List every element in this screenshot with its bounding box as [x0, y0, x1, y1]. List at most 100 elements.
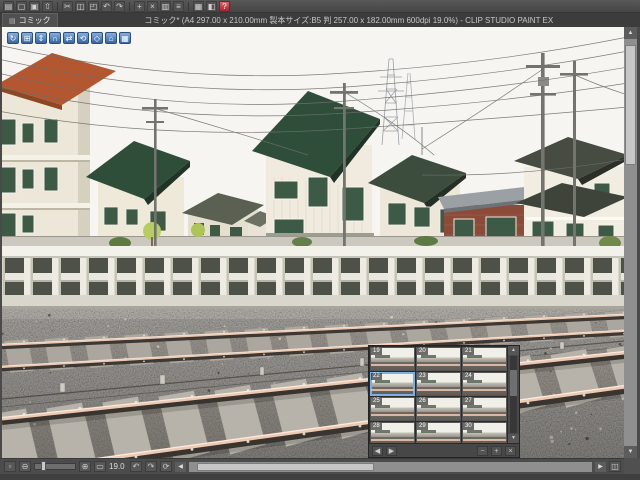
material-thumbnail[interactable]: 20 — [416, 347, 461, 371]
material-number: 26 — [417, 398, 428, 405]
scroll-left-icon[interactable]: ◀ — [175, 461, 186, 472]
material-thumbnail[interactable]: 26 — [416, 397, 461, 421]
document-icon: ▤ — [9, 17, 16, 25]
new-page-icon[interactable]: ▤ — [3, 0, 14, 12]
3d-object-toolbar: ↻ ⊞ ⇕ ∩ ⇄ ⟲ ◇ ⌂ ▦ — [7, 32, 131, 44]
material-number: 25 — [371, 398, 382, 405]
material-number: 24 — [463, 373, 474, 380]
export-icon[interactable]: ⇧ — [42, 0, 53, 12]
material-number: 22 — [371, 373, 382, 380]
document-tab-label: コミック — [18, 16, 51, 25]
material-thumbnail[interactable]: 27 — [462, 397, 507, 421]
cut-icon[interactable]: ✂ — [62, 0, 73, 12]
material-thumbnail[interactable]: 23 — [416, 372, 461, 396]
zoom-in-thumbnail-icon[interactable]: + — [491, 445, 502, 456]
material-number: 29 — [417, 423, 428, 430]
scroll-down-icon[interactable]: ▼ — [624, 446, 637, 458]
material-number: 30 — [463, 423, 474, 430]
zoom-slider[interactable] — [34, 461, 76, 471]
next-material-icon[interactable]: ▶ — [386, 445, 397, 456]
copy-icon[interactable]: ◫ — [75, 0, 86, 12]
page-list-icon[interactable]: ▥ — [160, 0, 171, 12]
material-number: 19 — [371, 348, 382, 355]
clip-studio-paint-window: ▤ ▢ ▣ ⇧ ✂ ◫ ◰ ↶ ↷ + × ▥ ≡ ▦ ◧ ? ▤ コミック コ… — [0, 0, 640, 480]
material-thumbnail[interactable]: 30 — [462, 422, 507, 443]
reset-camera-icon[interactable]: ⌂ — [105, 32, 117, 44]
zoom-slider-handle[interactable] — [41, 461, 46, 471]
material-number: 20 — [417, 348, 428, 355]
material-number: 27 — [463, 398, 474, 405]
rotate-right-icon[interactable]: ↷ — [145, 461, 157, 472]
rotate-left-icon[interactable]: ↶ — [130, 461, 142, 472]
document-tab[interactable]: ▤ コミック — [2, 13, 58, 27]
horizontal-scrollbar[interactable] — [189, 461, 592, 472]
material-number: 23 — [417, 373, 428, 380]
story-editor-icon[interactable]: ≡ — [173, 0, 184, 12]
material-thumbnail[interactable]: 22 — [370, 372, 415, 396]
window-bottom-edge — [0, 474, 640, 480]
scroll-up-icon[interactable]: ▲ — [624, 27, 637, 39]
materials-panel-footer: ◀ ▶ − + × — [369, 443, 519, 457]
reset-rotation-icon[interactable]: ⟳ — [160, 461, 172, 472]
undo-icon[interactable]: ↶ — [101, 0, 112, 12]
document-title: コミック* (A4 297.00 x 210.00mm 製本サイズ:B5 判 2… — [144, 15, 554, 25]
object-scale-icon[interactable]: ◇ — [91, 32, 103, 44]
material-number: 28 — [371, 423, 382, 430]
status-bar: ▫ ⊖ ⊕ ▭ 19.0 ↶ ↷ ⟳ ◀ ▶ ◫ ≡ — [0, 458, 640, 474]
toolbar-separator — [129, 1, 130, 11]
add-page-icon[interactable]: + — [134, 0, 145, 12]
camera-roll-icon[interactable]: ∩ — [49, 32, 61, 44]
concrete-fence — [2, 246, 624, 309]
scroll-up-icon[interactable]: ▲ — [508, 346, 519, 355]
redo-icon[interactable]: ↷ — [114, 0, 125, 12]
paste-icon[interactable]: ◰ — [88, 0, 99, 12]
scroll-right-icon[interactable]: ▶ — [595, 461, 606, 472]
zoom-out-thumbnail-icon[interactable]: − — [477, 445, 488, 456]
material-thumbnail[interactable]: 19 — [370, 347, 415, 371]
zoom-out-icon[interactable]: ⊖ — [19, 461, 31, 472]
zoom-value: 19.0 — [109, 462, 125, 471]
materials-scrollbar-thumb[interactable] — [510, 369, 517, 397]
material-thumbnail[interactable]: 25 — [370, 397, 415, 421]
object-rotate-icon[interactable]: ⟲ — [77, 32, 89, 44]
materials-scrollbar-track[interactable] — [510, 356, 517, 433]
materials-scrollbar[interactable]: ▲ ▼ — [507, 346, 519, 443]
fit-view-icon[interactable]: ▭ — [94, 461, 106, 472]
document-tab-bar: ▤ コミック コミック* (A4 297.00 x 210.00mm 製本サイズ… — [0, 13, 640, 27]
materials-grid: 19 20 21 22 23 24 25 26 27 28 29 30 — [369, 346, 507, 443]
zoom-in-icon[interactable]: ⊕ — [79, 461, 91, 472]
canvas-3d-scene[interactable] — [2, 27, 624, 458]
canvas-area[interactable]: ↻ ⊞ ⇕ ∩ ⇄ ⟲ ◇ ⌂ ▦ 19 20 21 22 23 24 25 2 — [2, 27, 624, 458]
scroll-down-icon[interactable]: ▼ — [508, 434, 519, 443]
save-icon[interactable]: ▣ — [29, 0, 40, 12]
material-thumbnail[interactable]: 28 — [370, 422, 415, 443]
grid-view-icon[interactable]: ▦ — [193, 0, 204, 12]
vertical-scrollbar-thumb[interactable] — [625, 45, 636, 165]
top-toolbar: ▤ ▢ ▣ ⇧ ✂ ◫ ◰ ↶ ↷ + × ▥ ≡ ▦ ◧ ? — [0, 0, 640, 13]
camera-rotate-icon[interactable]: ↻ — [7, 32, 19, 44]
materials-icon[interactable]: ◧ — [206, 0, 217, 12]
palette-toggle-icon[interactable]: ◫ — [609, 461, 621, 472]
help-icon[interactable]: ? — [219, 0, 230, 12]
materials-panel: 19 20 21 22 23 24 25 26 27 28 29 30 ▲ ▼ — [368, 345, 520, 458]
camera-pan-icon[interactable]: ⊞ — [21, 32, 33, 44]
vertical-scrollbar-track[interactable] — [624, 39, 637, 446]
open-file-icon[interactable]: ▢ — [16, 0, 27, 12]
toolbar-separator — [57, 1, 58, 11]
materials-panel-body: 19 20 21 22 23 24 25 26 27 28 29 30 ▲ ▼ — [369, 346, 519, 443]
camera-zoom-icon[interactable]: ⇕ — [35, 32, 47, 44]
prev-material-icon[interactable]: ◀ — [372, 445, 383, 456]
material-number: 21 — [463, 348, 474, 355]
delete-page-icon[interactable]: × — [147, 0, 158, 12]
material-thumbnail[interactable]: 24 — [462, 372, 507, 396]
object-move-icon[interactable]: ⇄ — [63, 32, 75, 44]
toolbar-separator — [188, 1, 189, 11]
horizontal-scrollbar-thumb[interactable] — [197, 462, 375, 471]
perspective-grid-icon[interactable]: ▦ — [119, 32, 131, 44]
view-options-icon[interactable]: ▫ — [4, 461, 16, 472]
material-thumbnail[interactable]: 29 — [416, 422, 461, 443]
scrollbar-corner — [624, 458, 640, 474]
vertical-scrollbar[interactable]: ▲ ▼ — [624, 27, 637, 458]
material-thumbnail[interactable]: 21 — [462, 347, 507, 371]
delete-material-icon[interactable]: × — [505, 445, 516, 456]
